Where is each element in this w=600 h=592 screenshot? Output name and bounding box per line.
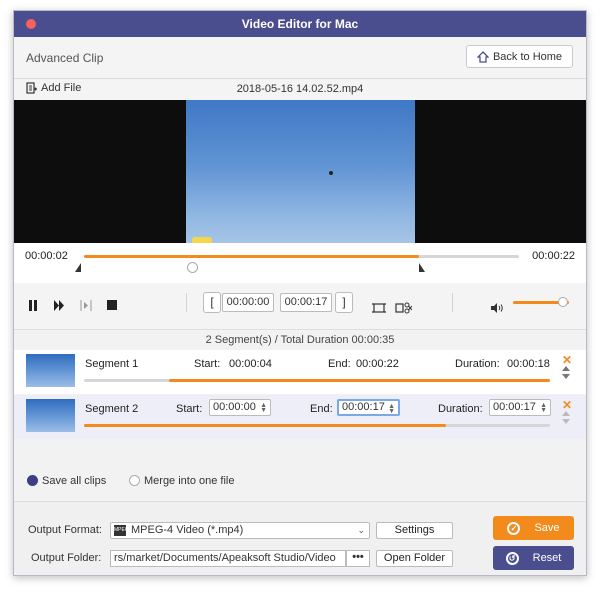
segment-duration-value: 00:00:17 <box>493 401 536 413</box>
segment-start-label: Start: <box>194 358 221 370</box>
segment-row[interactable]: Segment 1 Start: 00:00:04 End: 00:00:22 … <box>14 350 586 394</box>
stop-icon[interactable] <box>107 300 117 310</box>
segment-start-label: Start: <box>176 403 203 415</box>
segment-duration-label: Duration: <box>438 403 483 415</box>
segment-range <box>169 379 550 382</box>
segment-track <box>84 379 550 382</box>
segment-duration-input[interactable]: 00:00:17 ▲ ▼ <box>489 399 551 416</box>
reset-label: Reset <box>532 552 562 564</box>
segment-name: Segment 2 <box>85 403 139 415</box>
clip-end-marker[interactable] <box>419 263 425 272</box>
output-panel: Output Format: MPEG MPEG-4 Video (*.mp4)… <box>14 501 586 575</box>
stepper-icon[interactable]: ▲ ▼ <box>388 403 395 415</box>
output-folder-input[interactable]: rs/market/Documents/Apeaksoft Studio/Vid… <box>110 550 346 567</box>
video-frame <box>186 100 415 243</box>
timeline-end-time: 00:00:22 <box>532 250 575 262</box>
reset-icon: ↺ <box>505 551 519 565</box>
segment-end-input[interactable]: 00:00:17 ▲ ▼ <box>337 399 400 416</box>
next-frame-icon[interactable] <box>80 300 92 311</box>
segment-duration-label: Duration: <box>455 358 500 370</box>
chevron-down-icon: ⌄ <box>357 525 365 535</box>
settings-button[interactable]: Settings <box>376 522 453 539</box>
output-format-label: Output Format: <box>28 524 102 536</box>
timeline-track[interactable] <box>84 255 519 273</box>
segment-thumbnail <box>26 399 75 432</box>
segment-end-label: End: <box>310 403 333 415</box>
pause-icon[interactable] <box>28 300 38 311</box>
output-format-select[interactable]: MPEG MPEG-4 Video (*.mp4) ⌄ <box>110 522 370 539</box>
check-icon: ✓ <box>507 521 521 535</box>
reset-button[interactable]: ↺ Reset <box>493 546 574 570</box>
playhead-handle[interactable] <box>187 262 198 273</box>
separator <box>186 293 187 312</box>
open-folder-button[interactable]: Open Folder <box>376 550 453 567</box>
playback-controls: [ 00:00:00 00:00:17 ] <box>14 283 586 330</box>
segment-start-input[interactable]: 00:00:00 ▲ ▼ <box>209 399 271 416</box>
timeline-progress <box>84 255 419 258</box>
page-header: Advanced Clip Back to Home <box>14 37 586 79</box>
segment-track <box>84 424 550 427</box>
save-all-label[interactable]: Save all clips <box>42 475 106 487</box>
set-start-button[interactable]: [ <box>203 292 221 313</box>
save-label: Save <box>534 522 560 534</box>
segment-row[interactable]: Segment 2 Start: 00:00:00 ▲ ▼ End: 00:00:… <box>14 395 586 439</box>
segments-summary: 2 Segment(s) / Total Duration 00:00:35 <box>205 334 395 346</box>
segment-name: Segment 1 <box>85 358 139 370</box>
fast-forward-icon[interactable] <box>54 300 65 311</box>
save-button[interactable]: ✓ Save <box>493 516 574 540</box>
bird-in-sky <box>329 171 333 175</box>
move-up-icon[interactable] <box>562 366 570 371</box>
merge-label[interactable]: Merge into one file <box>144 475 235 487</box>
segment-end-label: End: <box>328 358 351 370</box>
stepper-icon[interactable]: ▲ ▼ <box>540 402 547 414</box>
add-segment-icon[interactable] <box>372 302 386 314</box>
segment-start-value: 00:00:04 <box>229 358 272 370</box>
page-title: Advanced Clip <box>26 51 104 65</box>
timeline-start-time: 00:00:02 <box>25 250 68 262</box>
back-to-home-label: Back to Home <box>492 50 563 63</box>
window-title: Video Editor for Mac <box>241 17 359 31</box>
video-preview[interactable] <box>14 100 586 243</box>
segment-end-value: 00:00:22 <box>356 358 399 370</box>
volume-icon[interactable] <box>491 303 503 313</box>
move-up-icon[interactable] <box>562 411 570 416</box>
output-format-value: MPEG-4 Video (*.mp4) <box>131 524 244 536</box>
segment-end-value: 00:00:17 <box>342 401 385 413</box>
split-icon[interactable] <box>395 301 412 315</box>
segment-thumbnail <box>26 354 75 387</box>
segment-start-value: 00:00:00 <box>213 401 256 413</box>
move-down-icon[interactable] <box>562 419 570 424</box>
merge-radio[interactable] <box>129 475 140 486</box>
back-to-home-button[interactable]: Back to Home <box>466 45 573 68</box>
delete-segment-icon[interactable]: ✕ <box>562 353 572 367</box>
move-down-icon[interactable] <box>562 374 570 379</box>
segment-duration-value: 00:00:18 <box>507 358 550 370</box>
browse-folder-button[interactable]: ••• <box>346 550 370 567</box>
file-name: 2018-05-16 14.02.52.mp4 <box>236 83 364 95</box>
save-all-radio[interactable] <box>27 475 38 486</box>
app-window: Video Editor for Mac Advanced Clip Back … <box>13 10 587 576</box>
file-bar: Add File 2018-05-16 14.02.52.mp4 <box>14 79 586 100</box>
title-bar: Video Editor for Mac <box>14 11 586 37</box>
volume-handle[interactable] <box>558 297 569 307</box>
output-folder-label: Output Folder: <box>31 552 102 564</box>
segment-range <box>84 424 446 427</box>
delete-segment-icon[interactable]: ✕ <box>562 398 572 412</box>
home-icon <box>476 50 489 63</box>
separator <box>452 293 453 312</box>
save-options: Save all clips Merge into one file <box>14 471 586 491</box>
clip-start-time[interactable]: 00:00:00 <box>222 293 274 312</box>
clip-end-time[interactable]: 00:00:17 <box>280 293 332 312</box>
mpeg-format-icon: MPEG <box>114 525 129 536</box>
set-end-button[interactable]: ] <box>335 292 353 313</box>
clip-start-marker[interactable] <box>75 263 81 272</box>
stepper-icon[interactable]: ▲ ▼ <box>260 402 267 414</box>
timeline: 00:00:02 00:00:22 <box>14 243 586 283</box>
